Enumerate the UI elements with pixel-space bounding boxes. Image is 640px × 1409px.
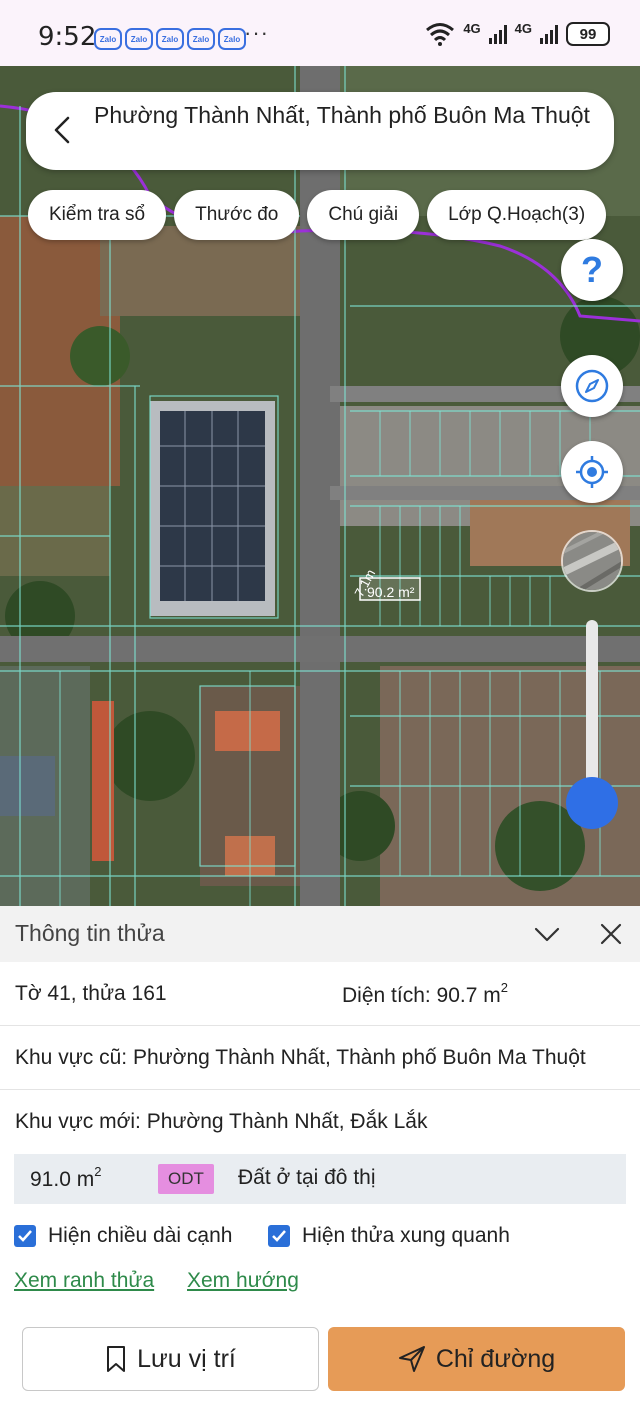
network-type-label: 4G — [514, 20, 532, 36]
area-unit-superscript: 2 — [500, 980, 508, 995]
new-area-row: Khu vực mới: Phường Thành Nhất, Đắk Lắk — [0, 1090, 640, 1154]
parcel-area: Diện tích: 90.7 m2 — [342, 980, 508, 1008]
status-bar: 9:52 Zalo Zalo Zalo Zalo Zalo ··· 4G 4G … — [0, 0, 640, 66]
show-edge-lengths-toggle[interactable]: Hiện chiều dài cạnh — [14, 1224, 232, 1248]
chip-chu-giai[interactable]: Chú giải — [307, 190, 420, 240]
directions-label: Chỉ đường — [435, 1344, 556, 1373]
panel-title: Thông tin thửa — [15, 920, 165, 946]
view-direction-link[interactable]: Xem hướng — [187, 1269, 299, 1293]
old-area-row: Khu vực cũ: Phường Thành Nhất, Thành phố… — [0, 1026, 640, 1090]
chip-kiem-tra-so[interactable]: Kiểm tra sổ — [28, 190, 167, 240]
signal-icon — [540, 24, 558, 44]
chevron-down-icon — [534, 927, 560, 942]
status-time: 9:52 — [38, 22, 97, 52]
help-button[interactable]: ? — [561, 239, 623, 301]
parcel-info-panel: Thông tin thửa Tờ 41, thửa 161 Diện tích… — [0, 906, 640, 1409]
panel-header: Thông tin thửa — [0, 906, 640, 962]
view-parcel-boundary-link[interactable]: Xem ranh thửa — [14, 1269, 154, 1293]
old-area: Khu vực cũ: Phường Thành Nhất, Thành phố… — [15, 1046, 586, 1069]
new-area: Khu vực mới: Phường Thành Nhất, Đắk Lắk — [15, 1110, 428, 1133]
location-header[interactable]: Phường Thành Nhất, Thành phố Buôn Ma Thu… — [26, 92, 614, 170]
show-neighbor-parcels-label: Hiện thửa xung quanh — [302, 1224, 510, 1247]
wifi-icon — [426, 23, 455, 46]
compass-icon — [575, 369, 609, 403]
parcel-id-row: Tờ 41, thửa 161 Diện tích: 90.7 m2 — [0, 962, 640, 1026]
map-tool-chips: Kiểm tra sổ Thước đo Chú giải Lớp Q.Hoạc… — [28, 190, 607, 240]
locate-button[interactable] — [561, 441, 623, 503]
parcel-id: Tờ 41, thửa 161 — [15, 982, 167, 1005]
close-icon — [600, 923, 622, 945]
compass-button[interactable] — [561, 355, 623, 417]
landuse-area-superscript: 2 — [94, 1164, 102, 1179]
zalo-notification-icon: Zalo — [187, 28, 215, 50]
zalo-notification-icon: Zalo — [94, 28, 122, 50]
parcel-area-value: Diện tích: 90.7 m — [342, 984, 501, 1007]
landuse-area-value: 91.0 m — [30, 1168, 95, 1191]
location-title: Phường Thành Nhất, Thành phố Buôn Ma Thu… — [94, 102, 590, 128]
chip-thuoc-do[interactable]: Thước đo — [174, 190, 300, 240]
close-button[interactable] — [598, 921, 626, 949]
locate-icon — [576, 456, 608, 488]
notification-icons: Zalo Zalo Zalo Zalo Zalo — [94, 28, 246, 50]
zalo-notification-icon: Zalo — [218, 28, 246, 50]
more-notifications-icon: ··· — [244, 20, 269, 45]
landuse-name: Đất ở tại đô thị — [238, 1166, 376, 1189]
zoom-slider-handle[interactable] — [566, 777, 618, 829]
show-neighbor-parcels-toggle[interactable]: Hiện thửa xung quanh — [268, 1224, 510, 1248]
landuse-row: 91.0 m2 ODT Đất ở tại đô thị — [14, 1154, 626, 1204]
zalo-notification-icon: Zalo — [156, 28, 184, 50]
directions-button[interactable]: Chỉ đường — [328, 1327, 625, 1391]
back-icon — [54, 116, 70, 144]
status-indicators: 4G 4G 99 — [425, 20, 610, 46]
save-location-label: Lưu vị trí — [137, 1344, 236, 1373]
battery-icon: 99 — [566, 22, 610, 46]
checkbox-icon[interactable] — [14, 1225, 36, 1247]
save-location-button[interactable]: Lưu vị trí — [22, 1327, 319, 1391]
signal-icon — [488, 24, 507, 44]
network-type-label: 4G — [463, 20, 481, 36]
help-icon: ? — [581, 249, 603, 290]
landuse-area: 91.0 m2 — [30, 1164, 102, 1192]
back-button[interactable] — [46, 114, 78, 146]
send-icon — [398, 1346, 425, 1372]
landuse-code-badge: ODT — [158, 1164, 214, 1194]
zalo-notification-icon: Zalo — [125, 28, 153, 50]
bookmark-icon — [107, 1346, 126, 1372]
parcel-area-label: 90.2 m² — [367, 584, 415, 600]
show-edge-lengths-label: Hiện chiều dài cạnh — [48, 1224, 233, 1247]
collapse-button[interactable] — [533, 920, 561, 948]
chip-lop-quy-hoach[interactable]: Lớp Q.Hoạch(3) — [427, 190, 607, 240]
checkbox-icon[interactable] — [268, 1225, 290, 1247]
map-layer-button[interactable] — [561, 530, 623, 592]
